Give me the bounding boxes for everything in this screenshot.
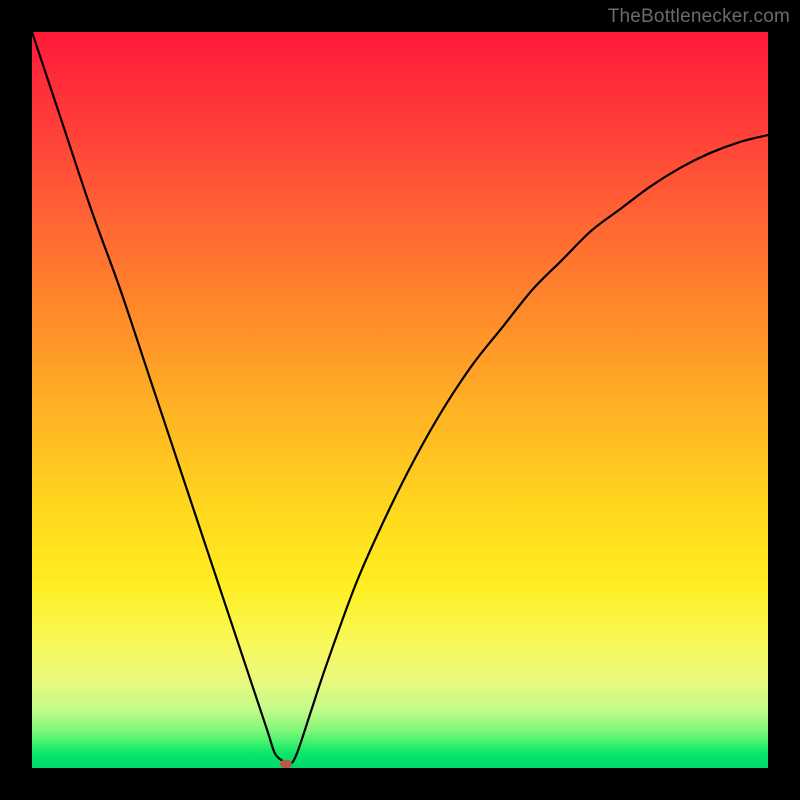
chart-plot-area xyxy=(32,32,768,768)
optimal-point-marker xyxy=(280,760,292,768)
brand-credit: TheBottlenecker.com xyxy=(608,6,790,28)
chart-frame: TheBottlenecker.com xyxy=(0,0,800,800)
bottleneck-curve xyxy=(32,32,768,768)
